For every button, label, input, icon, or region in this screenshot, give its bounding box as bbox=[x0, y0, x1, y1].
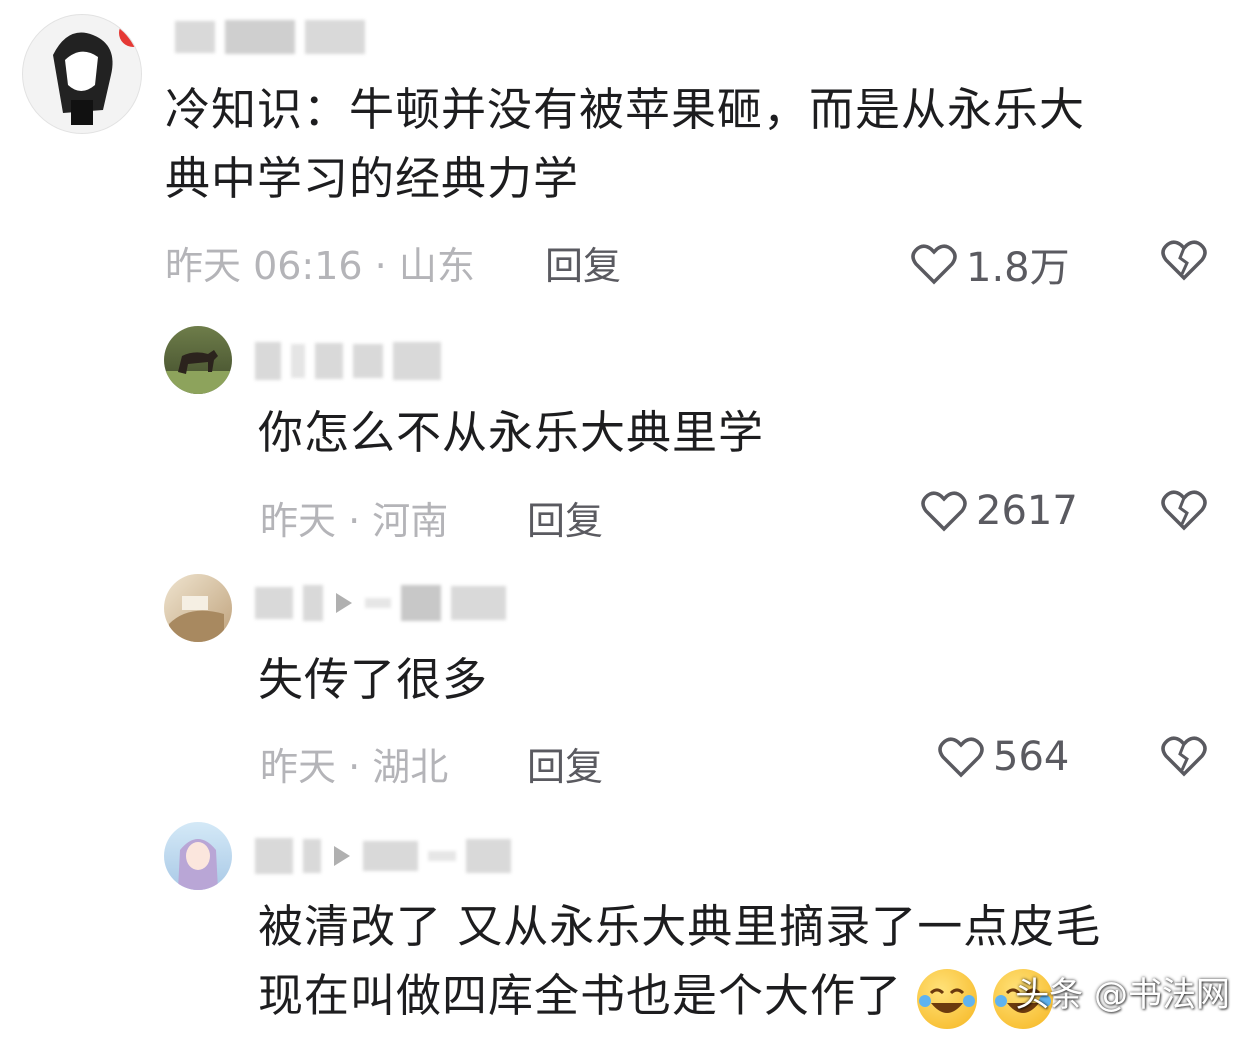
comment-text: 被清改了 又从永乐大典里摘录了一点皮毛 现在叫做四库全书也是个大作了 bbox=[258, 892, 1101, 1030]
play-arrow-icon bbox=[336, 593, 352, 613]
heart-outline-icon bbox=[911, 244, 957, 285]
username-blurred bbox=[175, 20, 365, 54]
avatar[interactable] bbox=[164, 822, 232, 890]
avatar[interactable] bbox=[164, 326, 232, 394]
dislike-button[interactable] bbox=[1160, 238, 1208, 286]
username-blurred bbox=[255, 342, 441, 380]
broken-heart-icon bbox=[1161, 240, 1207, 281]
comment-text: 冷知识：牛顿并没有被苹果砸，而是从永乐大 典中学习的经典力学 bbox=[165, 83, 1086, 205]
like-button[interactable]: 1.8万 bbox=[910, 235, 1070, 293]
reply-button[interactable]: 回复 bbox=[527, 736, 603, 791]
avatar-dog-icon bbox=[164, 350, 232, 394]
play-arrow-icon bbox=[334, 846, 350, 866]
like-button[interactable]: 2617 bbox=[920, 488, 1078, 534]
like-count: 564 bbox=[993, 734, 1070, 780]
avatar[interactable] bbox=[164, 574, 232, 642]
like-count: 2617 bbox=[976, 488, 1078, 534]
avatar[interactable] bbox=[22, 14, 142, 134]
heart-outline-icon bbox=[921, 491, 967, 532]
comment-meta: 昨天 06:16 · 山东 bbox=[165, 244, 475, 288]
comment-text: 你怎么不从永乐大典里学 bbox=[258, 406, 765, 459]
like-count: 1.8万 bbox=[966, 245, 1070, 291]
avatar-photo-icon bbox=[169, 596, 224, 642]
laughing-crying-emoji-icon bbox=[917, 969, 978, 1029]
comment-meta: 昨天 · 湖北 bbox=[260, 745, 449, 789]
dislike-button[interactable] bbox=[1160, 488, 1208, 536]
comment-meta: 昨天 · 河南 bbox=[260, 499, 449, 543]
heart-outline-icon bbox=[938, 737, 984, 778]
reply-button[interactable]: 回复 bbox=[545, 235, 621, 290]
username-blurred bbox=[255, 585, 506, 621]
comment-text: 失传了很多 bbox=[258, 653, 489, 706]
broken-heart-icon bbox=[1161, 490, 1207, 531]
avatar-anime-icon bbox=[53, 19, 141, 125]
dislike-button[interactable] bbox=[1160, 734, 1208, 782]
broken-heart-icon bbox=[1161, 736, 1207, 777]
reply-button[interactable]: 回复 bbox=[527, 490, 603, 545]
username-blurred bbox=[255, 838, 511, 874]
watermark: 头条 @书法网 bbox=[1015, 975, 1230, 1015]
avatar-anime-girl-icon bbox=[178, 839, 218, 890]
like-button[interactable]: 564 bbox=[937, 734, 1069, 780]
